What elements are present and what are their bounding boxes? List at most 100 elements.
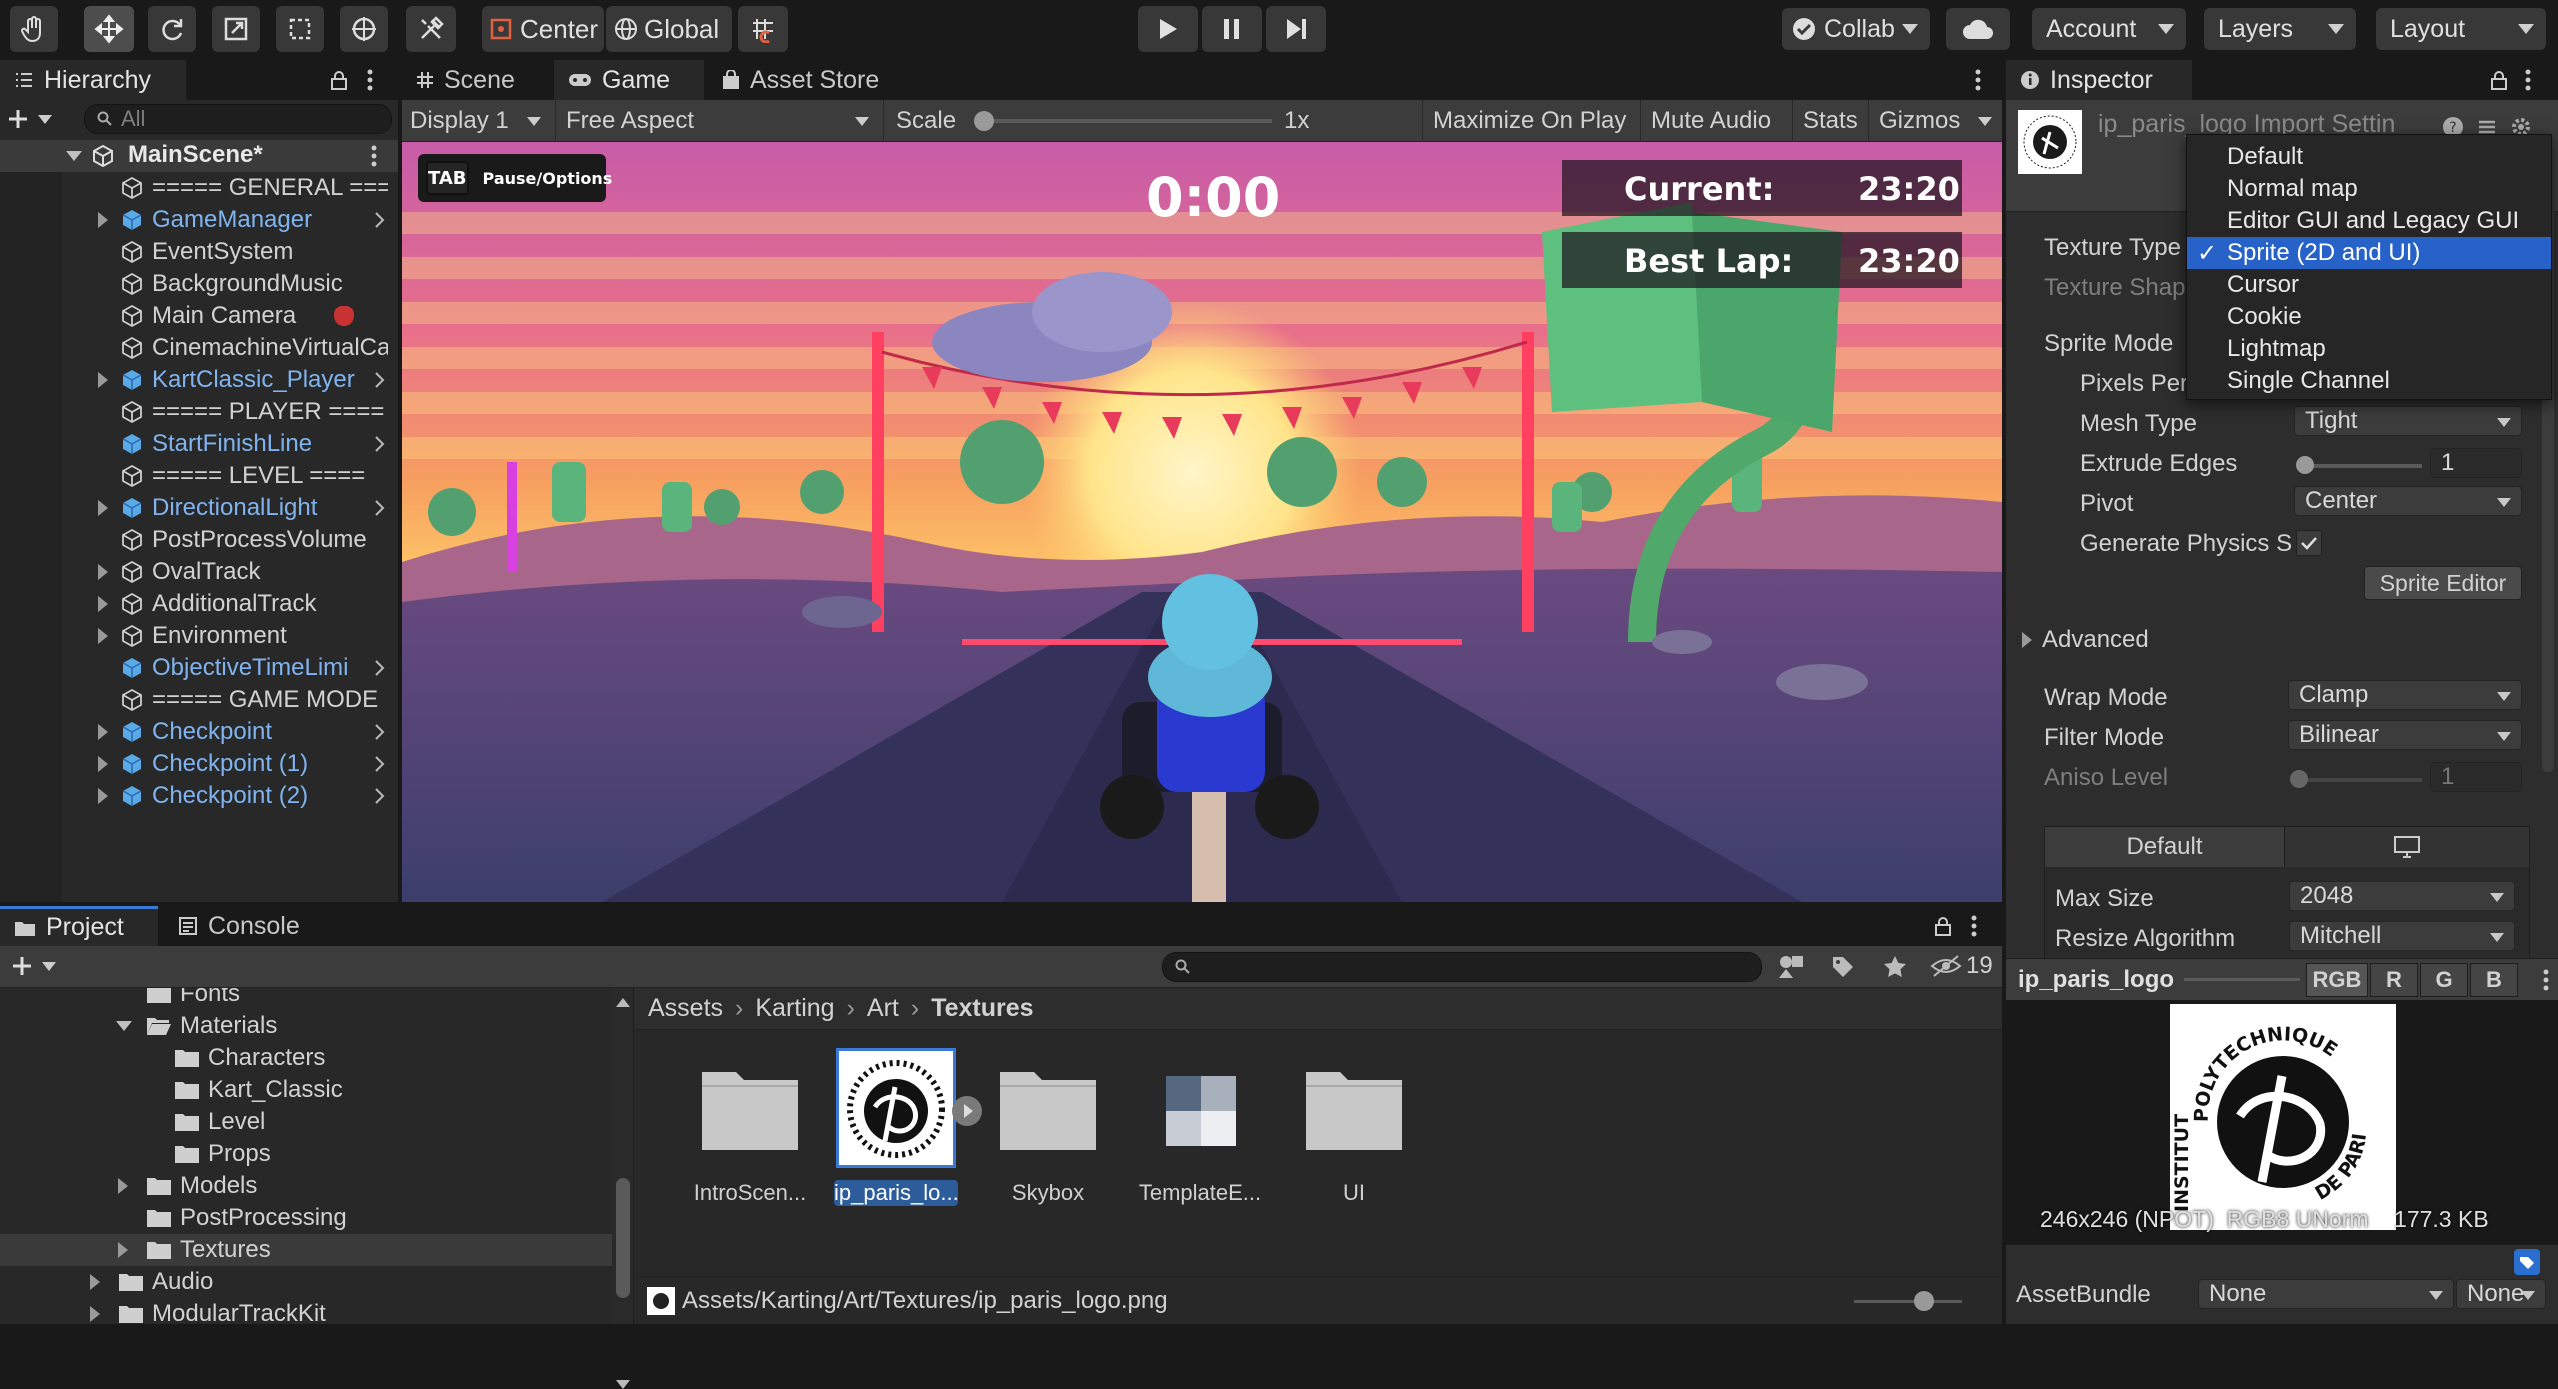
- open-prefab-chevron-icon[interactable]: [374, 723, 386, 741]
- rect-tool-icon[interactable]: [276, 6, 324, 52]
- hierarchy-item[interactable]: EventSystem: [0, 236, 398, 268]
- open-prefab-chevron-icon[interactable]: [374, 371, 386, 389]
- breadcrumb-item[interactable]: Art: [867, 994, 899, 1023]
- foldout-arrow-icon[interactable]: [98, 372, 108, 388]
- aspect-dropdown[interactable]: Free Aspect: [556, 100, 884, 142]
- texture-type-option[interactable]: Normal map: [2187, 173, 2551, 205]
- hierarchy-item[interactable]: ObjectiveTimeLimi: [0, 652, 398, 684]
- layers-dropdown[interactable]: Layers: [2204, 8, 2356, 50]
- scroll-up-icon[interactable]: [616, 998, 630, 1007]
- project-tree-item[interactable]: Characters: [0, 1042, 612, 1074]
- foldout-arrow-icon[interactable]: [98, 788, 108, 804]
- foldout-closed-icon[interactable]: [118, 1242, 128, 1258]
- account-dropdown[interactable]: Account: [2032, 8, 2186, 50]
- favorite-star-icon[interactable]: [1882, 954, 1908, 980]
- layout-dropdown[interactable]: Layout: [2376, 8, 2546, 50]
- hierarchy-item[interactable]: Environment: [0, 620, 398, 652]
- project-tree-item[interactable]: Materials: [0, 1010, 612, 1042]
- hierarchy-item[interactable]: ===== LEVEL ====: [0, 460, 398, 492]
- asset-item[interactable]: Skybox: [978, 1030, 1118, 1250]
- label-tag-icon[interactable]: [2514, 1249, 2540, 1275]
- kebab-menu-icon[interactable]: [366, 68, 374, 92]
- lock-icon[interactable]: [330, 70, 348, 90]
- breadcrumb-item[interactable]: Assets: [648, 994, 723, 1023]
- foldout-arrow-icon[interactable]: [98, 500, 108, 516]
- channel-button-g[interactable]: G: [2420, 963, 2468, 997]
- hierarchy-item[interactable]: StartFinishLine: [0, 428, 398, 460]
- tab-inspector[interactable]: Inspector: [2006, 60, 2192, 100]
- preview-mip-slider[interactable]: [2184, 978, 2300, 981]
- game-viewport[interactable]: TAB Pause/Options 0:00 Current: 23:20 Be…: [402, 142, 2002, 902]
- display-dropdown[interactable]: Display 1: [402, 100, 556, 142]
- project-tree-item[interactable]: Level: [0, 1106, 612, 1138]
- collab-dropdown[interactable]: Collab: [1782, 8, 1930, 50]
- open-prefab-chevron-icon[interactable]: [374, 787, 386, 805]
- generate-physics-checkbox[interactable]: [2296, 530, 2322, 556]
- foldout-closed-icon[interactable]: [118, 1178, 128, 1194]
- icon-size-slider-handle[interactable]: [1914, 1291, 1934, 1311]
- gizmos-chevron-icon[interactable]: [1978, 117, 1992, 126]
- hierarchy-item[interactable]: DirectionalLight: [0, 492, 398, 524]
- hierarchy-item[interactable]: Checkpoint: [0, 716, 398, 748]
- scale-slider[interactable]: [982, 119, 1272, 123]
- foldout-open-icon[interactable]: [116, 1021, 132, 1031]
- project-tree-item[interactable]: Props: [0, 1138, 612, 1170]
- open-prefab-chevron-icon[interactable]: [374, 755, 386, 773]
- project-search-input[interactable]: [1162, 952, 1762, 982]
- inspector-lock-icon[interactable]: [2490, 70, 2508, 90]
- project-menu-icon[interactable]: [1970, 914, 1978, 938]
- asset-item[interactable]: TemplateE...: [1130, 1030, 1270, 1250]
- project-tree-item[interactable]: Kart_Classic: [0, 1074, 612, 1106]
- tab-console[interactable]: Console: [164, 906, 314, 946]
- tab-asset-store[interactable]: Asset Store: [708, 60, 908, 100]
- foldout-arrow-icon[interactable]: [98, 564, 108, 580]
- hierarchy-item[interactable]: AdditionalTrack: [0, 588, 398, 620]
- icon-size-slider[interactable]: [1854, 1300, 1962, 1303]
- hierarchy-search-input[interactable]: All: [84, 104, 392, 134]
- texture-type-option[interactable]: ✓ Sprite (2D and UI): [2187, 237, 2551, 269]
- snap-grid-icon[interactable]: [738, 6, 788, 52]
- open-prefab-chevron-icon[interactable]: [374, 499, 386, 517]
- extrude-input[interactable]: 1: [2430, 448, 2522, 478]
- project-tree-item[interactable]: Textures: [0, 1234, 612, 1266]
- texture-type-option[interactable]: Default: [2187, 141, 2551, 173]
- hierarchy-item[interactable]: ===== PLAYER ====: [0, 396, 398, 428]
- search-by-label-icon[interactable]: [1830, 954, 1856, 980]
- assetbundle-variant-dropdown[interactable]: None: [2456, 1279, 2546, 1309]
- foldout-arrow-icon[interactable]: [98, 724, 108, 740]
- foldout-arrow-icon[interactable]: [98, 756, 108, 772]
- hierarchy-item[interactable]: PostProcessVolume: [0, 524, 398, 556]
- maximize-on-play-toggle[interactable]: Maximize On Play: [1422, 100, 1636, 142]
- channel-button-rgb[interactable]: RGB: [2306, 963, 2368, 997]
- hierarchy-item[interactable]: OvalTrack: [0, 556, 398, 588]
- rotate-tool-icon[interactable]: [148, 6, 196, 52]
- hierarchy-item[interactable]: ===== GENERAL ====: [0, 172, 398, 204]
- project-tree-item[interactable]: Fonts: [0, 988, 612, 1010]
- game-menu-icon[interactable]: [1974, 68, 1982, 92]
- cloud-button[interactable]: [1946, 8, 2010, 50]
- texture-type-option[interactable]: Cursor: [2187, 269, 2551, 301]
- extrude-slider[interactable]: [2302, 464, 2422, 468]
- project-create-button[interactable]: [10, 954, 56, 978]
- open-prefab-chevron-icon[interactable]: [374, 211, 386, 229]
- hand-tool-icon[interactable]: [10, 6, 58, 52]
- project-tree-item[interactable]: PostProcessing: [0, 1202, 612, 1234]
- foldout-closed-icon[interactable]: [90, 1306, 100, 1322]
- transform-tool-icon[interactable]: [340, 6, 388, 52]
- texture-type-option[interactable]: Editor GUI and Legacy GUI: [2187, 205, 2551, 237]
- project-tree-item[interactable]: Models: [0, 1170, 612, 1202]
- project-tree-item[interactable]: Audio: [0, 1266, 612, 1298]
- scene-menu-icon[interactable]: [370, 145, 378, 167]
- filter-mode-dropdown[interactable]: Bilinear: [2288, 720, 2522, 750]
- foldout-arrow-icon[interactable]: [98, 212, 108, 228]
- scene-row[interactable]: MainScene*: [0, 140, 398, 172]
- sprite-editor-button[interactable]: Sprite Editor: [2364, 566, 2522, 600]
- tree-scroll-thumb[interactable]: [616, 1178, 630, 1298]
- foldout-arrow-icon[interactable]: [98, 628, 108, 644]
- hierarchy-item[interactable]: Checkpoint (2): [0, 780, 398, 812]
- resize-algorithm-dropdown[interactable]: Mitchell: [2289, 921, 2515, 951]
- custom-tools-icon[interactable]: [406, 6, 456, 52]
- hierarchy-item[interactable]: GameManager: [0, 204, 398, 236]
- texture-type-option[interactable]: Cookie: [2187, 301, 2551, 333]
- search-by-type-icon[interactable]: [1778, 954, 1806, 980]
